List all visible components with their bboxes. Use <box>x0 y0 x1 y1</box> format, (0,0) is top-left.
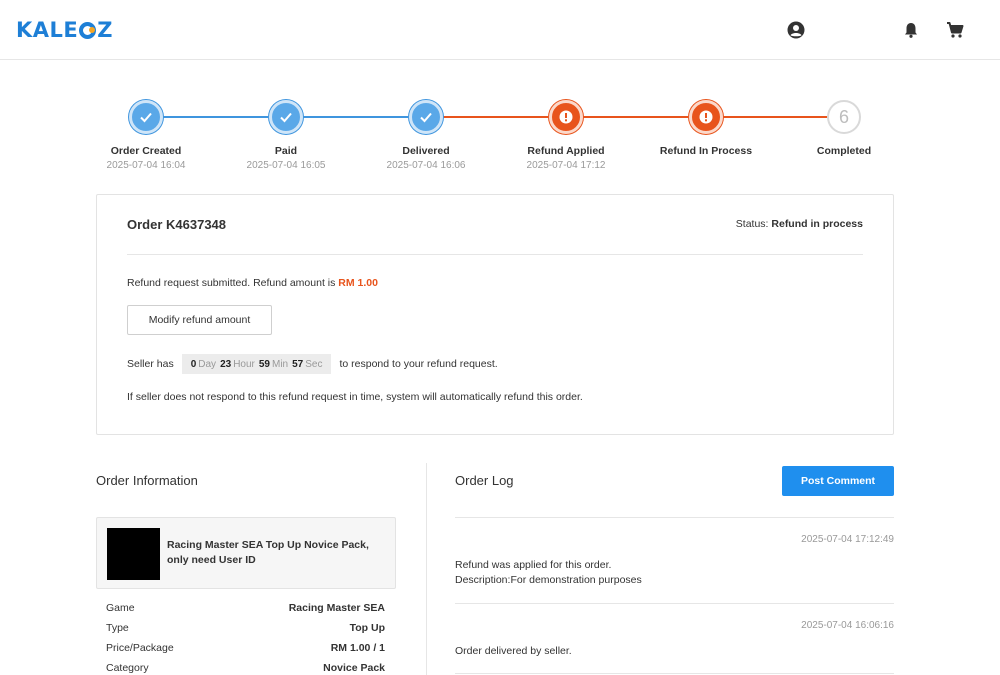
divider <box>455 517 894 518</box>
step-label: Order Created <box>110 145 182 157</box>
log-entry-line: Order delivered by seller. <box>455 645 572 657</box>
step-delivered: Delivered 2025-07-04 16:06 <box>356 100 496 171</box>
order-card: Order K4637348 Status: Refund in process… <box>96 194 894 435</box>
info-row-category: Category Novice Pack <box>106 662 385 674</box>
log-entry-time: 2025-07-04 17:12:49 <box>801 534 894 545</box>
step-connector <box>302 116 408 118</box>
step-order-created: Order Created 2025-07-04 16:04 <box>76 100 216 171</box>
timer-hours-unit: Hour <box>233 358 255 370</box>
log-entry-line: Description:For demonstration purposes <box>455 574 642 586</box>
check-icon <box>129 100 163 134</box>
timer-secs: 57 <box>292 358 304 370</box>
seller-suffix: to respond to your refund request. <box>339 358 498 370</box>
log-entry-time: 2025-07-04 16:06:16 <box>801 620 894 631</box>
auto-refund-message: If seller does not respond to this refun… <box>127 391 583 403</box>
info-label: Game <box>106 602 135 614</box>
step-time: 2025-07-04 16:04 <box>106 160 186 171</box>
status-label: Status: <box>735 218 769 230</box>
step-connector <box>442 116 548 118</box>
product-card[interactable]: Racing Master SEA Top Up Novice Pack, on… <box>96 517 396 589</box>
order-info-title: Order Information <box>96 473 198 488</box>
timer-mins: 59 <box>258 358 270 370</box>
seller-prefix: Seller has <box>127 358 174 370</box>
step-time: 2025-07-04 17:12 <box>526 160 606 171</box>
step-connector <box>582 116 688 118</box>
cart-icon[interactable] <box>945 20 965 40</box>
step-time: 2025-07-04 16:05 <box>246 160 326 171</box>
order-status: Status: Refund in process <box>736 218 863 230</box>
step-paid: Paid 2025-07-04 16:05 <box>216 100 356 171</box>
top-header: KALE Z <box>0 0 1000 60</box>
countdown-timer: 0 Day 23 Hour 59 Min 57 Sec <box>181 354 332 374</box>
info-label: Category <box>106 662 149 674</box>
refund-amount: RM 1.00 <box>338 277 378 289</box>
order-log-title: Order Log <box>455 473 514 488</box>
step-number: 6 <box>827 100 861 134</box>
divider <box>455 673 894 674</box>
timer-mins-unit: Min <box>272 358 289 370</box>
log-entry-text: Order delivered by seller. <box>455 644 572 659</box>
step-label: Refund Applied <box>527 145 605 157</box>
timer-secs-unit: Sec <box>305 358 323 370</box>
step-completed: 6 Completed <box>774 100 914 160</box>
bell-icon[interactable] <box>901 20 921 40</box>
product-thumbnail <box>107 528 160 580</box>
exclamation-icon <box>549 100 583 134</box>
info-row-price: Price/Package RM 1.00 / 1 <box>106 642 385 654</box>
column-divider <box>426 463 427 675</box>
log-entry-line: Refund was applied for this order. <box>455 559 612 571</box>
step-label: Paid <box>274 145 298 157</box>
timer-hours: 23 <box>220 358 232 370</box>
info-value: Novice Pack <box>323 662 385 674</box>
refund-message: Refund request submitted. Refund amount … <box>127 277 378 289</box>
post-comment-button[interactable]: Post Comment <box>782 466 894 496</box>
step-connector <box>722 116 828 118</box>
step-refund-applied: Refund Applied 2025-07-04 17:12 <box>496 100 636 171</box>
status-value: Refund in process <box>771 218 863 230</box>
info-value: Racing Master SEA <box>288 602 385 614</box>
info-value: RM 1.00 / 1 <box>330 642 385 654</box>
seller-countdown-row: Seller has 0 Day 23 Hour 59 Min 57 Sec to re… <box>127 354 498 374</box>
timer-days-unit: Day <box>198 358 217 370</box>
order-title: Order K4637348 <box>127 217 227 232</box>
info-row-game: Game Racing Master SEA <box>106 602 385 614</box>
refund-message-text: Refund request submitted. Refund amount … <box>127 277 336 289</box>
timer-days: 0 <box>190 358 197 370</box>
step-refund-in-process: Refund In Process <box>636 100 776 160</box>
step-connector <box>162 116 268 118</box>
step-label: Delivered <box>402 145 450 157</box>
account-icon[interactable] <box>786 20 806 40</box>
step-label: Refund In Process <box>659 145 753 157</box>
info-row-type: Type Top Up <box>106 622 385 634</box>
check-icon <box>269 100 303 134</box>
modify-refund-button[interactable]: Modify refund amount <box>127 305 272 335</box>
step-time: 2025-07-04 16:06 <box>386 160 466 171</box>
step-label: Completed <box>816 145 872 157</box>
kaleoz-logo[interactable]: KALE Z <box>16 18 113 42</box>
product-name: Racing Master SEA Top Up Novice Pack, on… <box>167 539 369 566</box>
log-entry-text: Refund was applied for this order. Descr… <box>455 558 642 588</box>
divider <box>127 254 863 255</box>
check-icon <box>409 100 443 134</box>
info-label: Price/Package <box>106 642 174 654</box>
info-label: Type <box>106 622 129 634</box>
divider <box>455 603 894 604</box>
info-value: Top Up <box>349 622 385 634</box>
exclamation-icon <box>689 100 723 134</box>
